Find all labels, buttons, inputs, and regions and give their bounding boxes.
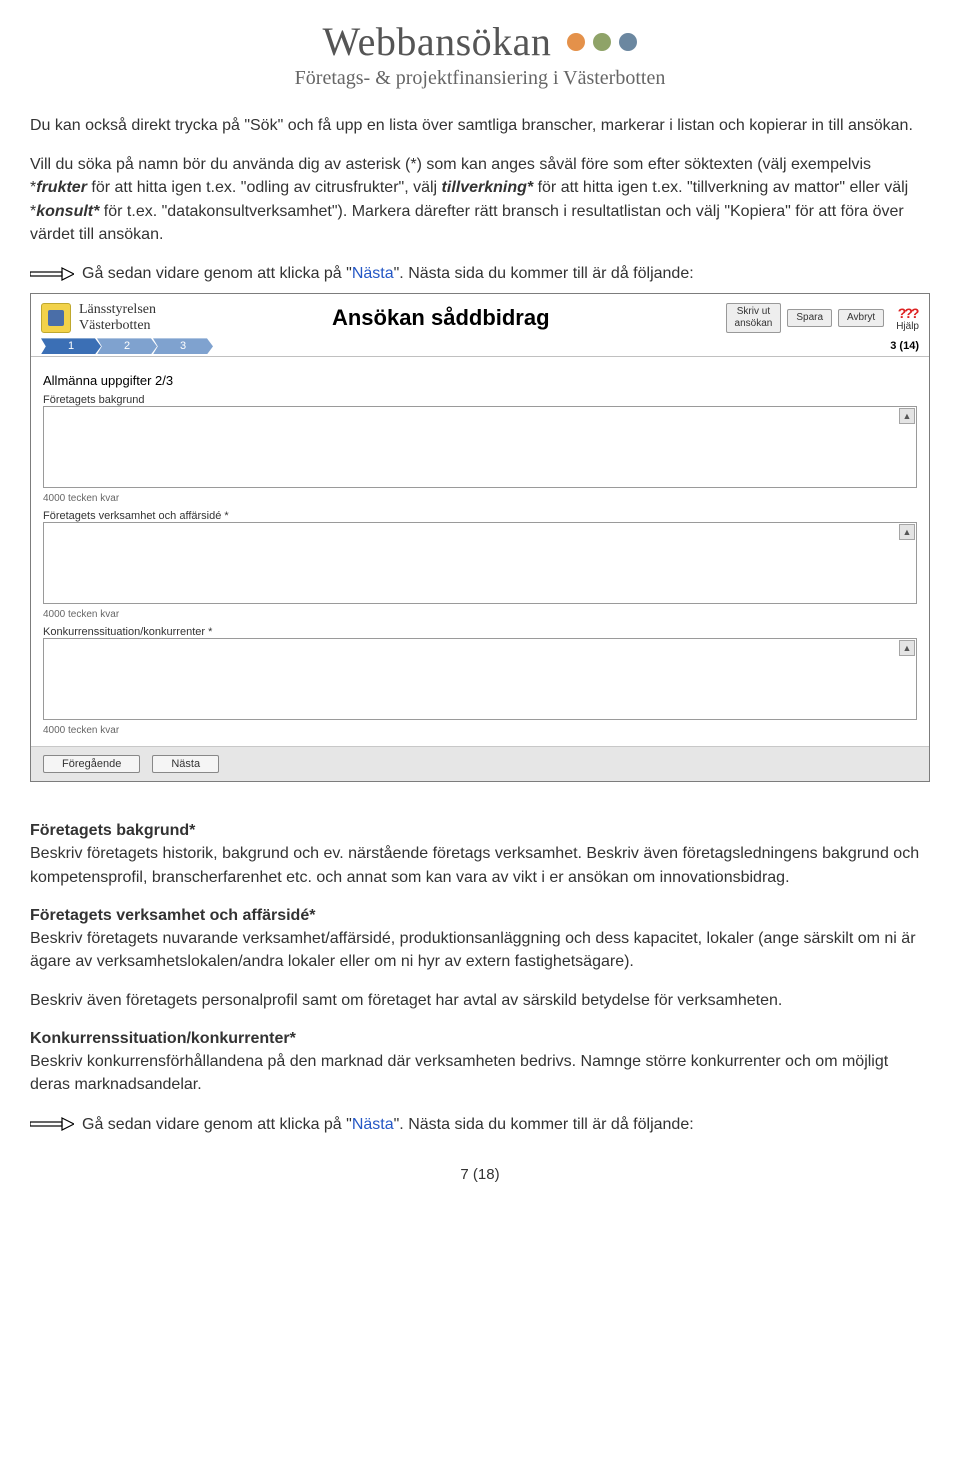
text-bakgrund: Beskriv företagets historik, bakgrund oc… <box>30 842 930 888</box>
prev-button[interactable]: Föregående <box>43 755 140 773</box>
org-name: Länsstyrelsen Västerbotten <box>79 302 156 334</box>
help-button[interactable]: ??? Hjälp <box>896 305 919 332</box>
text-konkurrens: Beskriv konkurrensförhållandena på den m… <box>30 1050 930 1096</box>
proceed-line-2: Gå sedan vidare genom att klicka på "Näs… <box>30 1113 930 1136</box>
next-button[interactable]: Nästa <box>152 755 219 773</box>
page-number: 7 (18) <box>30 1166 930 1183</box>
charcount-affarside: 4000 tecken kvar <box>43 609 917 620</box>
next-link: Nästa <box>352 265 394 282</box>
textarea-konkurrens[interactable] <box>43 638 917 720</box>
step-1[interactable]: 1 <box>41 338 101 354</box>
dot-blue-icon <box>619 33 637 51</box>
instruction-p2: Vill du söka på namn bör du använda dig … <box>30 153 930 246</box>
dot-green-icon <box>593 33 611 51</box>
crest-icon <box>41 303 71 333</box>
charcount-bakgrund: 4000 tecken kvar <box>43 493 917 504</box>
print-button[interactable]: Skriv ut ansökan <box>726 303 782 333</box>
app-title: Ansökan såddbidrag <box>156 305 726 331</box>
field-label-konkurrens: Konkurrenssituation/konkurrenter * <box>43 626 917 638</box>
heading-affarside: Företagets verksamhet och affärsidé* <box>30 907 930 925</box>
section-title: Allmänna uppgifter 2/3 <box>43 373 917 388</box>
text-affarside-2: Beskriv även företagets personalprofil s… <box>30 989 930 1012</box>
charcount-konkurrens: 4000 tecken kvar <box>43 725 917 736</box>
arrow-right-icon <box>30 1116 74 1132</box>
step-2[interactable]: 2 <box>97 338 157 354</box>
next-link: Nästa <box>352 1116 394 1133</box>
brand-name: Webbansökan <box>323 18 552 65</box>
scroll-up-icon[interactable]: ▲ <box>899 524 915 540</box>
textarea-affarside[interactable] <box>43 522 917 604</box>
field-label-affarside: Företagets verksamhet och affärsidé * <box>43 510 917 522</box>
question-mark-icon: ??? <box>898 305 918 321</box>
field-label-bakgrund: Företagets bakgrund <box>43 394 917 406</box>
dot-orange-icon <box>567 33 585 51</box>
page-header: Webbansökan Företags- & projektfinansier… <box>30 0 930 98</box>
brand-subtitle: Företags- & projektfinansiering i Väster… <box>30 67 930 90</box>
heading-konkurrens: Konkurrenssituation/konkurrenter* <box>30 1030 930 1048</box>
step-page-count: 3 (14) <box>890 340 919 352</box>
textarea-bakgrund[interactable] <box>43 406 917 488</box>
save-button[interactable]: Spara <box>787 309 832 327</box>
brand-dots <box>567 33 637 51</box>
step-3[interactable]: 3 <box>153 338 213 354</box>
step-indicator: 1 2 3 <box>41 338 209 354</box>
arrow-right-icon <box>30 266 74 282</box>
proceed-line-1: Gå sedan vidare genom att klicka på "Näs… <box>30 262 930 285</box>
instruction-p1: Du kan också direkt trycka på "Sök" och … <box>30 114 930 137</box>
app-panel: Länsstyrelsen Västerbotten Ansökan såddb… <box>30 293 930 782</box>
scroll-up-icon[interactable]: ▲ <box>899 408 915 424</box>
cancel-button[interactable]: Avbryt <box>838 309 884 327</box>
text-affarside-1: Beskriv företagets nuvarande verksamhet/… <box>30 927 930 973</box>
scroll-up-icon[interactable]: ▲ <box>899 640 915 656</box>
heading-bakgrund: Företagets bakgrund* <box>30 822 930 840</box>
